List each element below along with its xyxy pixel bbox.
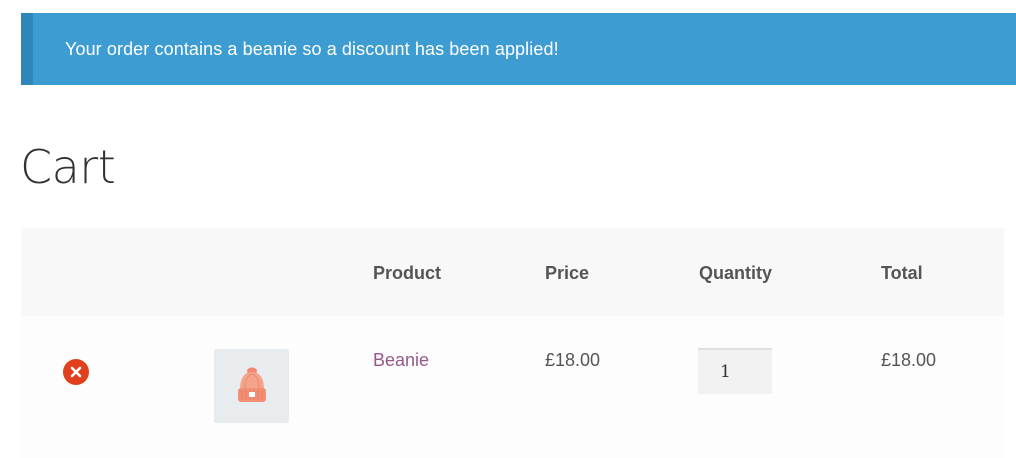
header-product: Product bbox=[373, 263, 442, 283]
header-quantity: Quantity bbox=[699, 263, 773, 283]
header-total: Total bbox=[881, 263, 923, 283]
cart-item-row: Beanie £18.00 £18.00 bbox=[21, 316, 1004, 458]
discount-notice: Your order contains a beanie so a discou… bbox=[21, 13, 1016, 85]
cart-table: Product Price Quantity Total Beanie £18.… bbox=[21, 228, 1004, 458]
quantity-input[interactable] bbox=[698, 348, 772, 394]
notice-message: Your order contains a beanie so a discou… bbox=[65, 38, 559, 59]
product-thumbnail[interactable] bbox=[214, 349, 289, 423]
beanie-hat-icon bbox=[237, 367, 266, 402]
page-title: Cart bbox=[20, 140, 116, 194]
remove-item-button[interactable] bbox=[63, 359, 89, 385]
product-link[interactable]: Beanie bbox=[373, 350, 429, 371]
header-price: Price bbox=[545, 263, 590, 283]
cart-table-header: Product Price Quantity Total bbox=[21, 228, 1004, 316]
item-total: £18.00 bbox=[881, 350, 937, 370]
remove-x-icon bbox=[70, 366, 82, 378]
item-price: £18.00 bbox=[545, 350, 601, 370]
